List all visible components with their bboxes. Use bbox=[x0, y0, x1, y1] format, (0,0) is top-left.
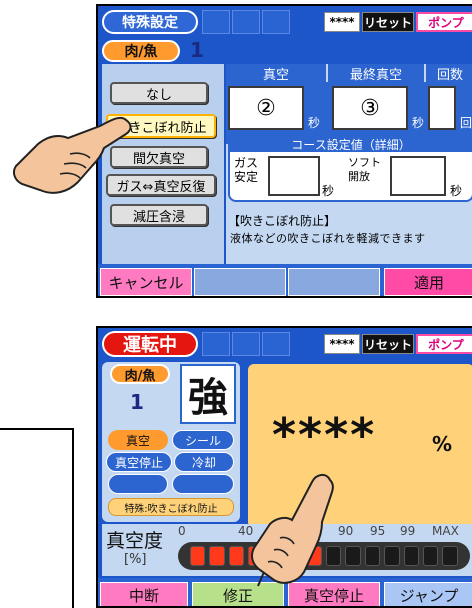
count-header: 回数 bbox=[426, 64, 472, 83]
stage-seal: シール bbox=[172, 430, 234, 450]
reset-button[interactable]: リセット bbox=[362, 334, 414, 354]
description-text: 液体などの吹きこぼれを軽減できます bbox=[230, 232, 426, 245]
stage-vacuum-stop: 真空停止 bbox=[106, 452, 172, 472]
count-unit: 回 bbox=[460, 116, 472, 130]
stars-indicator: **** bbox=[324, 12, 360, 32]
pump-button[interactable]: ポンプ bbox=[416, 334, 472, 354]
gauge-segment bbox=[403, 546, 420, 566]
status-pill: 運転中 bbox=[102, 331, 198, 357]
frame-line bbox=[72, 428, 74, 608]
empty-button bbox=[288, 268, 380, 296]
description-title: 【吹きこぼれ防止】 bbox=[228, 214, 337, 228]
final-vacuum-unit: 秒 bbox=[412, 116, 425, 130]
course-name: 肉/魚 bbox=[102, 40, 180, 62]
soft-release-label: ソフト 開放 bbox=[348, 156, 381, 183]
detail-title: コース設定値（詳細） bbox=[228, 136, 472, 152]
jump-button[interactable]: ジャンプ bbox=[384, 582, 472, 606]
gauge-segment bbox=[209, 546, 225, 566]
gauge-tick: 0 bbox=[178, 524, 186, 538]
special-indicator: 特殊:吹きこぼれ防止 bbox=[108, 498, 234, 516]
gas-stable-field[interactable] bbox=[268, 156, 320, 196]
gauge-tick: 90 bbox=[338, 524, 354, 538]
pump-button[interactable]: ポンプ bbox=[416, 12, 472, 32]
cancel-button[interactable]: キャンセル bbox=[100, 268, 192, 296]
gauge-tick: MAX bbox=[432, 524, 459, 538]
course-number: 1 bbox=[130, 390, 144, 414]
pointing-hand-icon bbox=[251, 474, 334, 587]
gauge-tick: 95 bbox=[370, 524, 386, 538]
top-slot bbox=[202, 332, 230, 356]
top-slot bbox=[262, 332, 290, 356]
apply-button[interactable]: 適用 bbox=[384, 268, 472, 296]
gas-unit: 秒 bbox=[322, 184, 335, 198]
soft-release-field[interactable] bbox=[390, 156, 446, 196]
vacuum-degree-unit: [%] bbox=[124, 552, 147, 567]
count-field[interactable] bbox=[428, 86, 456, 130]
vacuum-unit: 秒 bbox=[308, 116, 321, 130]
vacuum-degree-label: 真空度 bbox=[106, 530, 164, 552]
value-display-number: **** bbox=[272, 408, 377, 462]
gauge-segment bbox=[345, 546, 361, 566]
stop-button[interactable]: 中断 bbox=[100, 582, 188, 606]
course-name: 肉/魚 bbox=[110, 364, 170, 384]
reset-button[interactable]: リセット bbox=[362, 12, 414, 32]
soft-unit: 秒 bbox=[450, 184, 463, 198]
gas-stable-label: ガス 安定 bbox=[234, 156, 259, 184]
top-slot bbox=[232, 332, 260, 356]
option-reduced-pressure-button[interactable]: 減圧含浸 bbox=[110, 204, 208, 226]
stage-vacuum: 真空 bbox=[108, 430, 168, 450]
top-slot bbox=[202, 10, 230, 34]
stage-cooling: 冷却 bbox=[174, 452, 234, 472]
gauge-segment bbox=[364, 546, 381, 566]
gauge-segment bbox=[190, 546, 206, 566]
gauge-segment bbox=[423, 546, 439, 566]
final-vacuum-time-field[interactable]: ③ bbox=[332, 86, 408, 130]
mode-pill: 特殊設定 bbox=[102, 10, 198, 34]
top-slot bbox=[262, 10, 290, 34]
stars-indicator: **** bbox=[324, 334, 360, 354]
stage-empty bbox=[108, 474, 168, 494]
gauge-tick: 99 bbox=[400, 524, 416, 538]
gauge-segment bbox=[442, 546, 458, 566]
course-number: 1 bbox=[190, 38, 204, 62]
vacuum-time-field[interactable]: ② bbox=[228, 86, 304, 130]
stage-empty bbox=[172, 474, 234, 494]
top-slot bbox=[232, 10, 260, 34]
vacuum-header: 真空 bbox=[226, 64, 326, 83]
empty-button bbox=[194, 268, 286, 296]
final-vacuum-header: 最終真空 bbox=[328, 64, 424, 83]
gauge-segment bbox=[384, 546, 400, 566]
special-settings-screen: 特殊設定 **** リセット ポンプ 肉/魚 1 なし 吹きこぼれ防止 間欠真空… bbox=[96, 4, 472, 298]
pointing-hand-icon bbox=[13, 116, 132, 194]
strength-box: 強 bbox=[180, 364, 236, 424]
value-display-unit: % bbox=[432, 432, 453, 456]
frame-line bbox=[0, 428, 74, 430]
